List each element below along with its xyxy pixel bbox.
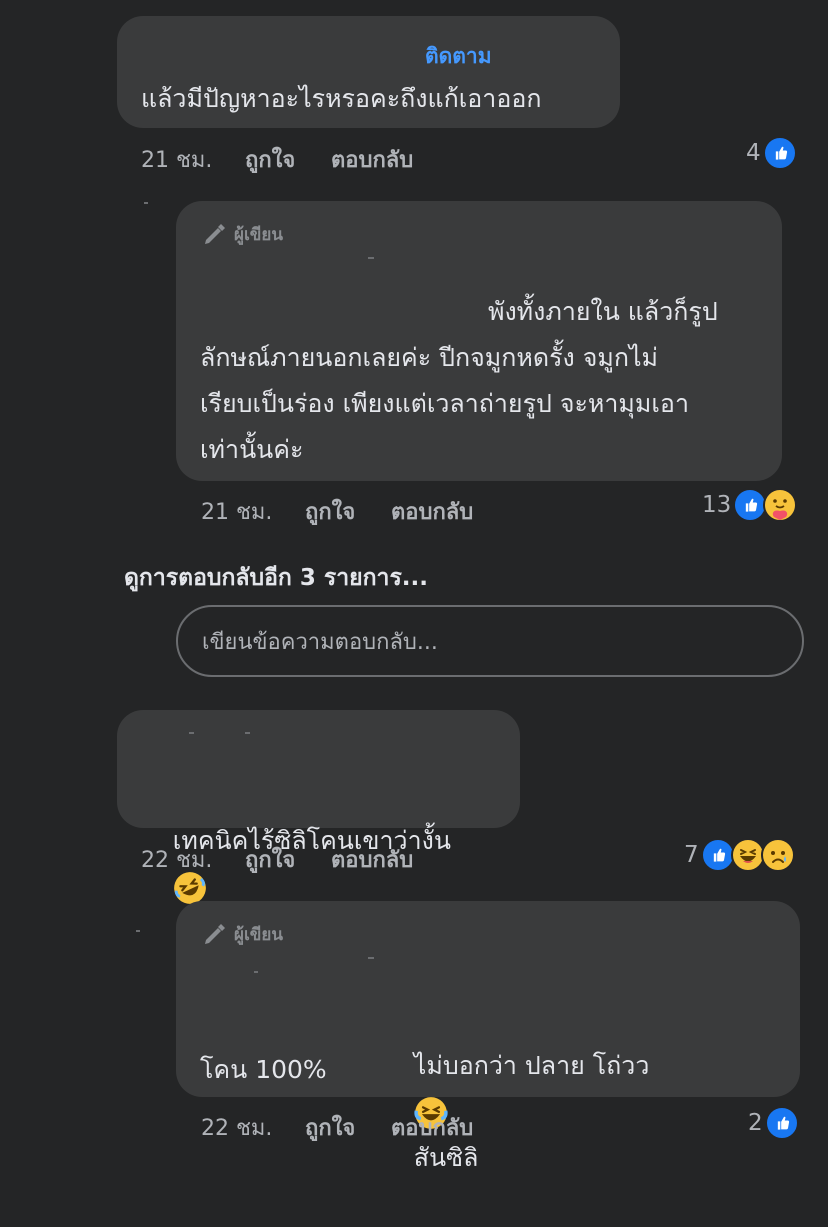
like-icon	[764, 1106, 799, 1140]
reply-bubble: ผู้เขียน ไม่บอกว่า ปลาย โถ่วว สันซิลิ โค…	[176, 901, 800, 1172]
comment-actions: 21 ชม. ถูกใจ ตอบกลับ	[141, 142, 413, 177]
like-button[interactable]: ถูกใจ	[245, 842, 331, 877]
hidden-name-mark	[368, 957, 374, 959]
like-button[interactable]: ถูกใจ	[245, 142, 331, 177]
comment-actions: 22 ชม. ถูกใจ ตอบกลับ	[141, 842, 413, 877]
hidden-name-mark	[368, 257, 374, 259]
like-button[interactable]: ถูกใจ	[305, 1110, 391, 1145]
reply-time[interactable]: 22 ชม.	[201, 1110, 293, 1145]
reaction-summary[interactable]: 13	[702, 488, 798, 522]
hidden-name-mark	[245, 732, 250, 734]
reply-input-box[interactable]	[176, 605, 804, 677]
reply-text-line: พังทั้งภายใน แล้วก็รูป	[488, 297, 718, 326]
reply-button[interactable]: ตอบกลับ	[331, 142, 413, 177]
care-icon	[763, 488, 798, 522]
reaction-summary[interactable]: 4	[746, 136, 797, 170]
comment-bubble: ติดตาม แล้วมีปัญหาอะไรหรอคะถึงแก้เอาออก	[117, 16, 620, 128]
author-badge-label: ผู้เขียน	[234, 925, 283, 945]
sad-icon	[760, 838, 795, 872]
author-badge-label: ผู้เขียน	[234, 225, 283, 245]
hidden-name-mark	[189, 732, 194, 734]
reply-input[interactable]	[200, 607, 764, 677]
reaction-count: 13	[702, 492, 732, 518]
hidden-name-mark	[136, 930, 140, 932]
hidden-name-mark	[144, 202, 148, 204]
reaction-count: 4	[746, 140, 761, 166]
reply-text-body: ไม่บอกว่า ปลาย โถ่วว	[413, 1051, 650, 1080]
like-icon	[762, 136, 797, 170]
reply-button[interactable]: ตอบกลับ	[391, 494, 473, 529]
reply-text-line: เท่านั้นค่ะ	[200, 435, 304, 464]
like-icon	[733, 488, 768, 522]
pen-icon	[205, 223, 225, 244]
reply-text-line: เรียบเป็นร่อง เพียงแต่เวลาถ่ายรูป จะหามุ…	[200, 389, 689, 418]
reaction-summary[interactable]: 2	[748, 1106, 799, 1140]
reply-text-line: ลักษณ์ภายนอกเลยค่ะ ปีกจมูกหดรั้ง จมูกไม่	[200, 343, 659, 372]
reply-button[interactable]: ตอบกลับ	[331, 842, 413, 877]
author-badge: ผู้เขียน	[202, 921, 283, 948]
haha-icon	[730, 838, 765, 872]
reaction-count: 7	[684, 842, 699, 868]
comment-time[interactable]: 21 ชม.	[141, 142, 233, 177]
view-more-replies-link[interactable]: ดูการตอบกลับอีก 3 รายการ...	[124, 560, 428, 596]
author-badge: ผู้เขียน	[202, 221, 283, 248]
reply-text-tail: สันซิลิ	[413, 1143, 479, 1172]
pen-icon	[205, 923, 225, 944]
comment-text: แล้วมีปัญหาอะไรหรอคะถึงแก้เอาออก	[141, 84, 542, 113]
hidden-name-mark	[254, 971, 258, 973]
reply-actions: 22 ชม. ถูกใจ ตอบกลับ	[201, 1110, 473, 1145]
reply-button[interactable]: ตอบกลับ	[391, 1110, 473, 1145]
reaction-count: 2	[748, 1110, 763, 1136]
comment-time[interactable]: 22 ชม.	[141, 842, 233, 877]
reply-actions: 21 ชม. ถูกใจ ตอบกลับ	[201, 494, 473, 529]
reply-bubble: ผู้เขียน พังทั้งภายใน แล้วก็รูป ลักษณ์ภา…	[176, 201, 782, 481]
follow-button[interactable]: ติดตาม	[425, 40, 492, 73]
reaction-summary[interactable]: 7	[684, 838, 795, 872]
like-button[interactable]: ถูกใจ	[305, 494, 391, 529]
reply-text-line: โคน 100%	[200, 1055, 327, 1084]
reply-time[interactable]: 21 ชม.	[201, 494, 293, 529]
like-icon	[700, 838, 735, 872]
comment-bubble: เทคนิคไร้ซิลิโคนเขาว่างั้น	[117, 710, 520, 904]
